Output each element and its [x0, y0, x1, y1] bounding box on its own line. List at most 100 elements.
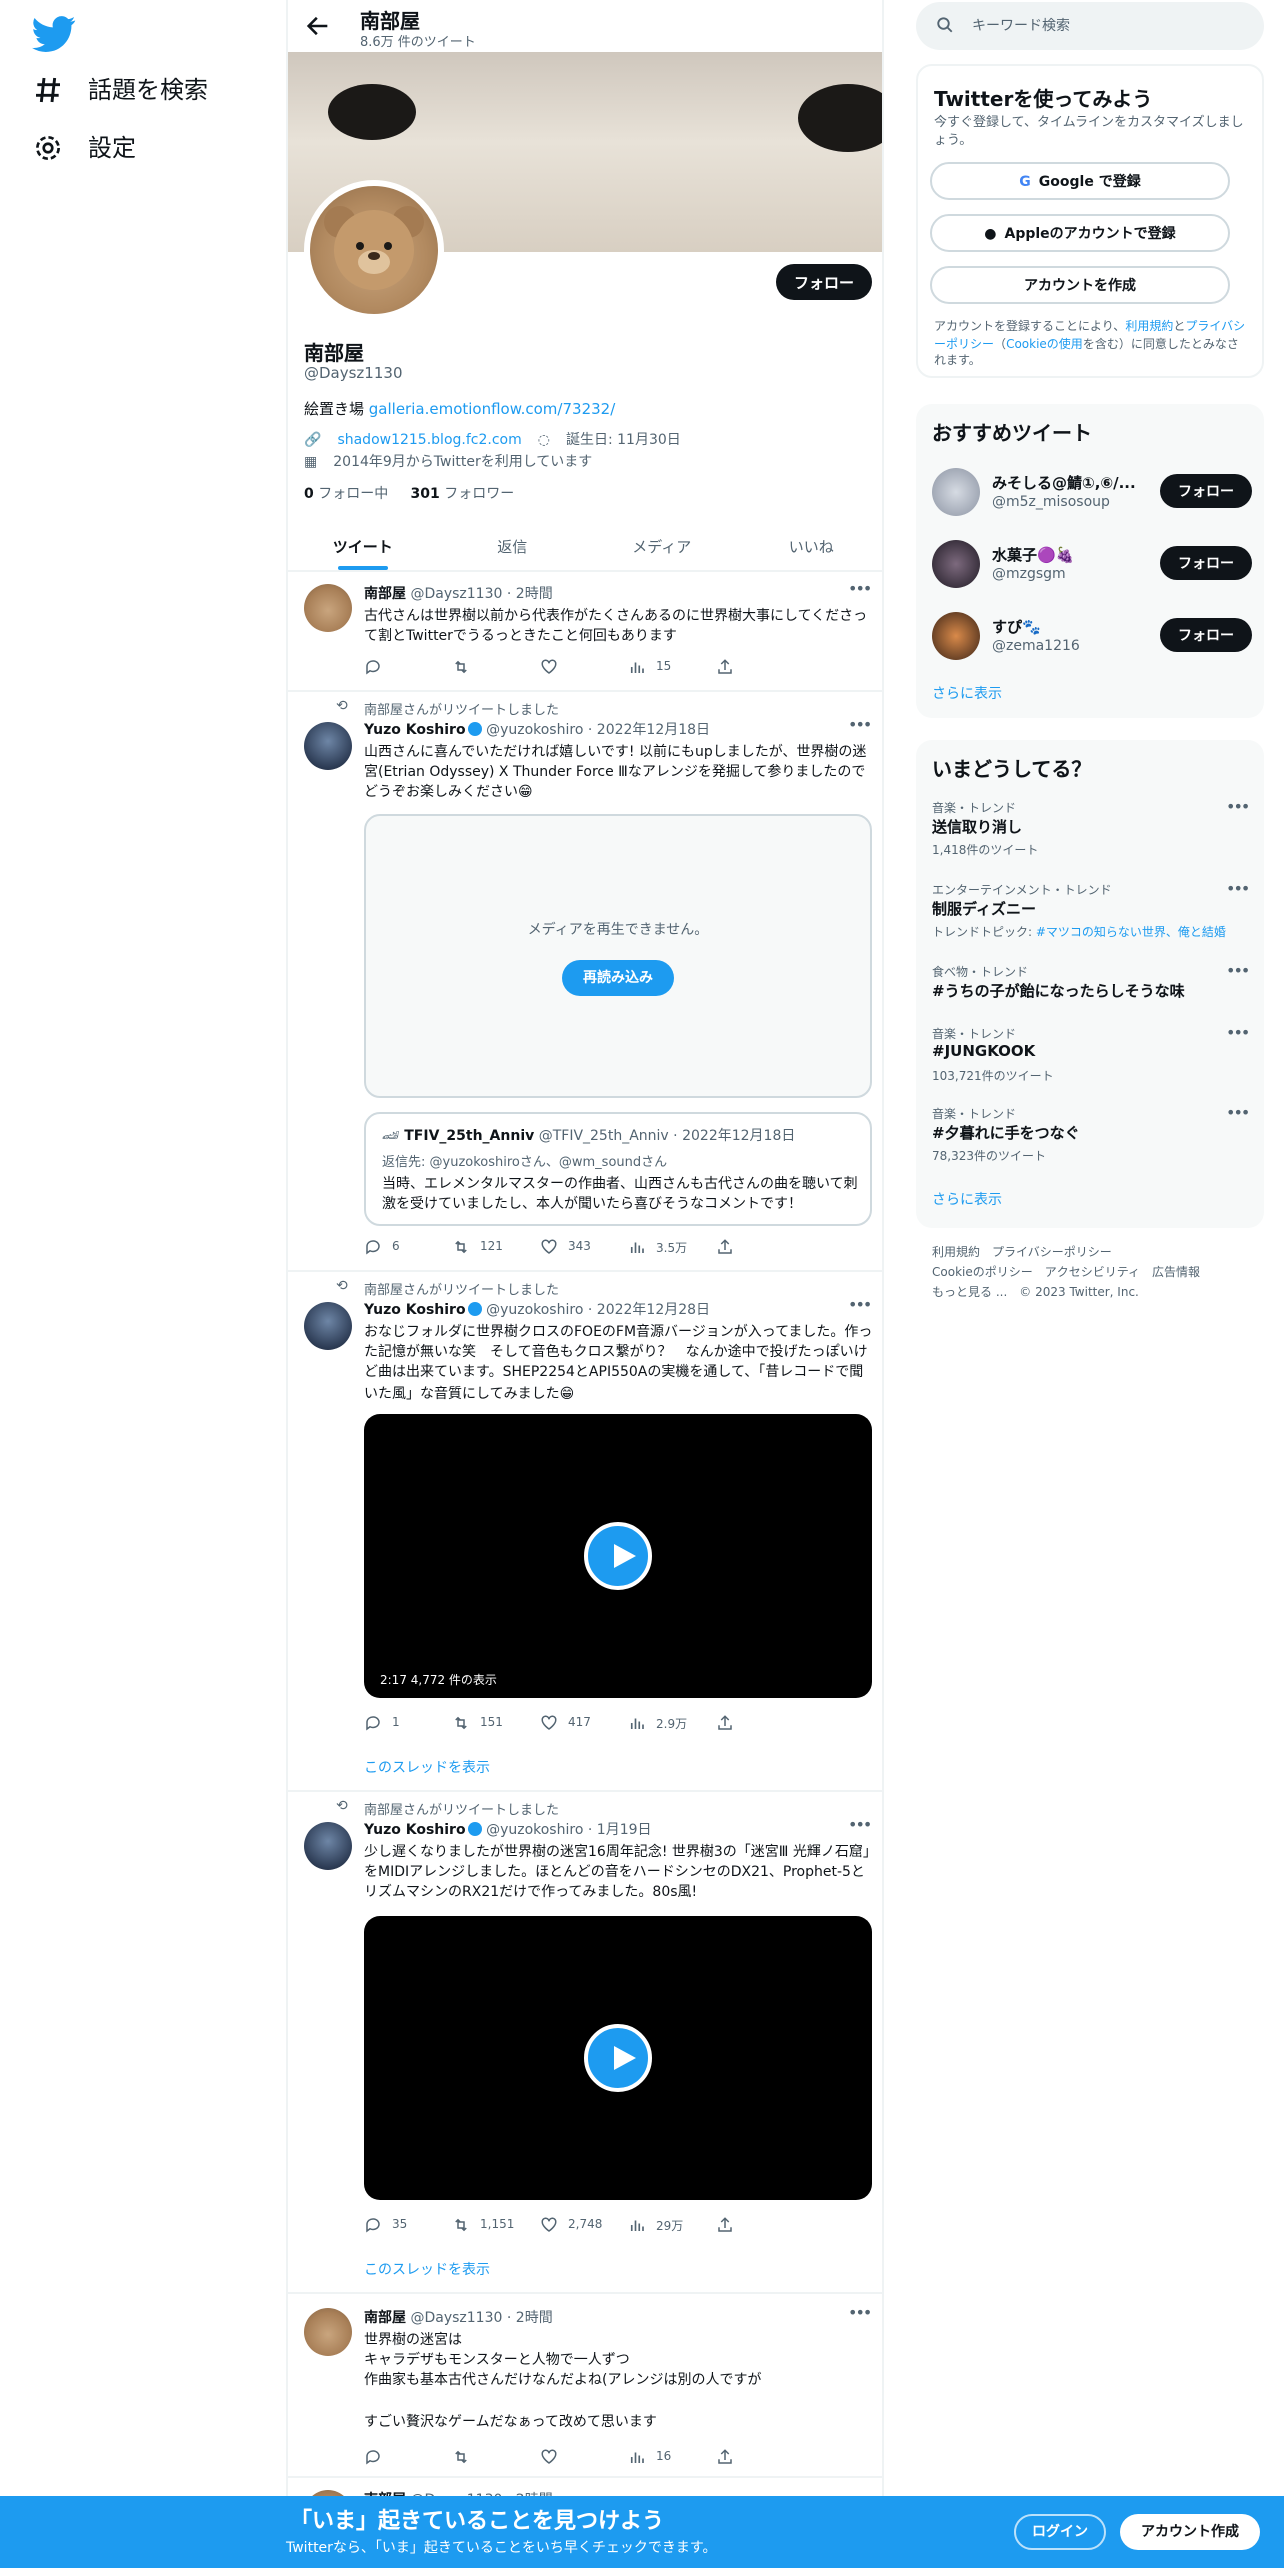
tab-media[interactable]: メディア — [587, 524, 737, 570]
show-thread-link[interactable]: このスレッドを表示 — [364, 1758, 490, 1778]
reply-button[interactable] — [364, 658, 452, 676]
followers-label[interactable]: フォロワー — [440, 486, 514, 502]
trend-item[interactable]: 音楽・トレンド #夕暮れに手をつなぐ 78,323件のツイート ••• — [916, 1104, 1264, 1176]
views-button[interactable]: 2.9万 — [628, 1714, 716, 1732]
retweet-button[interactable] — [452, 2448, 540, 2466]
footer-accessibility-link[interactable]: アクセシビリティ — [1045, 1266, 1140, 1280]
apple-signup-button[interactable]: ● Appleのアカウントで登録 — [930, 214, 1230, 252]
footer-more-link[interactable]: もっと見る ... — [932, 1286, 1007, 1300]
more-icon[interactable]: ••• — [1226, 1104, 1250, 1122]
follow-button[interactable]: フォロー — [1160, 618, 1252, 652]
views-button[interactable]: 15 — [628, 658, 716, 676]
login-button[interactable]: ログイン — [1014, 2514, 1106, 2550]
avatar[interactable] — [304, 1302, 352, 1350]
suggested-user[interactable]: すぴ🐾 @zema1216 フォロー — [916, 604, 1264, 676]
more-icon[interactable]: ••• — [1226, 1024, 1250, 1042]
more-icon[interactable]: ••• — [1226, 798, 1250, 816]
reply-button[interactable]: 1 — [364, 1714, 452, 1732]
reply-button[interactable]: 35 — [364, 2216, 452, 2234]
google-signup-button[interactable]: G Google で登録 — [930, 162, 1230, 200]
avatar[interactable] — [932, 612, 980, 660]
signup-button[interactable]: アカウント作成 — [1120, 2514, 1260, 2550]
views-button[interactable]: 16 — [628, 2448, 716, 2466]
share-button[interactable] — [716, 1714, 804, 1732]
tab-replies[interactable]: 返信 — [438, 524, 588, 570]
retweet-button[interactable]: 1,151 — [452, 2216, 540, 2234]
reply-button[interactable]: 6 — [364, 1238, 452, 1256]
video-player[interactable] — [364, 1916, 872, 2200]
tweet-time[interactable]: 2022年12月18日 — [597, 722, 710, 738]
more-icon[interactable]: ••• — [848, 1816, 872, 1834]
retweet-button[interactable] — [452, 658, 540, 676]
play-button-icon[interactable] — [584, 1522, 652, 1590]
footer-privacy-link[interactable]: プライバシーポリシー — [992, 1246, 1112, 1260]
tweet[interactable]: ⟲ 南部屋さんがリツイートしました Yuzo Koshiro @yuzokosh… — [288, 1272, 882, 1792]
reply-button[interactable] — [364, 2448, 452, 2466]
author-name[interactable]: Yuzo Koshiro — [364, 722, 466, 738]
tweet-time[interactable]: 2時間 — [516, 2310, 553, 2326]
suggested-user-name[interactable]: 水菓子🟣🍇 — [992, 544, 1164, 566]
views-button[interactable]: 3.5万 — [628, 1238, 716, 1256]
tweet-time[interactable]: 2022年12月28日 — [597, 1302, 710, 1318]
trend-topic-link[interactable]: #マツコの知らない世界、俺と結婚 — [1036, 926, 1226, 940]
retweet-button[interactable]: 151 — [452, 1714, 540, 1732]
follow-button[interactable]: フォロー — [1160, 546, 1252, 580]
nav-explore[interactable]: 話題を検索 — [32, 72, 208, 106]
like-button[interactable]: 343 — [540, 1238, 628, 1256]
following-label[interactable]: フォロー中 — [314, 486, 388, 502]
author-handle[interactable]: @yuzokoshiro — [486, 1822, 583, 1838]
reload-button[interactable]: 再読み込み — [562, 960, 674, 996]
author-name[interactable]: Yuzo Koshiro — [364, 1822, 466, 1838]
follow-button[interactable]: フォロー — [776, 264, 872, 300]
suggested-user[interactable]: みそしる@鯖①,⑥/... @m5z_misosoup フォロー — [916, 460, 1264, 532]
author-handle[interactable]: @Daysz1130 — [410, 586, 502, 602]
avatar[interactable] — [932, 540, 980, 588]
suggested-user[interactable]: 水菓子🟣🍇 @mzgsgm フォロー — [916, 532, 1264, 604]
trend-item[interactable]: 食べ物・トレンド #うちの子が飴になったらしそうな味 ••• — [916, 962, 1264, 1014]
quoted-tweet[interactable]: 🏎 TFIV_25th_Anniv @TFIV_25th_Anniv · 202… — [364, 1112, 872, 1226]
create-account-button[interactable]: アカウントを作成 — [930, 266, 1230, 304]
video-player[interactable]: 2:17 4,772 件の表示 — [364, 1414, 872, 1698]
share-button[interactable] — [716, 2448, 804, 2466]
tweet-time[interactable]: 2時間 — [516, 586, 553, 602]
follow-button[interactable]: フォロー — [1160, 474, 1252, 508]
footer-cookie-link[interactable]: Cookieのポリシー — [932, 1266, 1033, 1280]
bio-link[interactable]: galleria.emotionflow.com/73232/ — [369, 400, 615, 418]
tweet[interactable]: ⟲ 南部屋さんがリツイートしました Yuzo Koshiro @yuzokosh… — [288, 1792, 882, 2294]
suggested-user-name[interactable]: みそしる@鯖①,⑥/... — [992, 472, 1164, 494]
more-icon[interactable]: ••• — [1226, 880, 1250, 898]
search-bar[interactable]: キーワード検索 — [916, 2, 1264, 50]
tweet[interactable]: ⟲ 南部屋さんがリツイートしました Yuzo Koshiro @yuzokosh… — [288, 692, 882, 1272]
tab-tweets[interactable]: ツイート — [288, 524, 438, 570]
author-name[interactable]: Yuzo Koshiro — [364, 1302, 466, 1318]
avatar[interactable] — [304, 1822, 352, 1870]
more-icon[interactable]: ••• — [848, 1296, 872, 1314]
avatar[interactable] — [304, 722, 352, 770]
like-button[interactable]: 2,748 — [540, 2216, 628, 2234]
avatar[interactable] — [304, 584, 352, 632]
like-button[interactable]: 417 — [540, 1714, 628, 1732]
twitter-logo-icon[interactable] — [32, 12, 76, 56]
trend-item[interactable]: 音楽・トレンド 送信取り消し 1,418件のツイート ••• — [916, 798, 1264, 870]
avatar[interactable] — [304, 2308, 352, 2356]
tweet[interactable]: 南部屋 @Daysz1130 · 2時間 ••• 古代さんは世界樹以前から代表作… — [288, 572, 882, 692]
trend-item[interactable]: 音楽・トレンド #JUNGKOOK 103,721件のツイート ••• — [916, 1024, 1264, 1096]
play-button-icon[interactable] — [584, 2024, 652, 2092]
show-more-link[interactable]: さらに表示 — [932, 684, 1002, 704]
nav-settings[interactable]: 設定 — [32, 130, 136, 164]
footer-ads-link[interactable]: 広告情報 — [1152, 1266, 1200, 1280]
retweeted-by-label[interactable]: 南部屋さんがリツイートしました — [364, 1278, 559, 1298]
retweeted-by-label[interactable]: 南部屋さんがリツイートしました — [364, 698, 559, 718]
author-handle[interactable]: @yuzokoshiro — [486, 1302, 583, 1318]
author-name[interactable]: 南部屋 — [364, 586, 406, 602]
share-button[interactable] — [716, 658, 804, 676]
terms-link[interactable]: 利用規約 — [1125, 320, 1173, 334]
trend-item[interactable]: エンターテインメント・トレンド 制服ディズニー トレンドトピック: #マツコの知… — [916, 880, 1264, 952]
like-button[interactable] — [540, 658, 628, 676]
following-count[interactable]: 0 — [304, 486, 314, 502]
author-handle[interactable]: @yuzokoshiro — [486, 722, 583, 738]
retweet-button[interactable]: 121 — [452, 1238, 540, 1256]
tweet[interactable]: 南部屋 @Daysz1130 · 2時間 ••• 世界樹の迷宮は キャラデザもモ… — [288, 2294, 882, 2478]
tweet-time[interactable]: 1月19日 — [597, 1822, 652, 1838]
more-icon[interactable]: ••• — [1226, 962, 1250, 980]
